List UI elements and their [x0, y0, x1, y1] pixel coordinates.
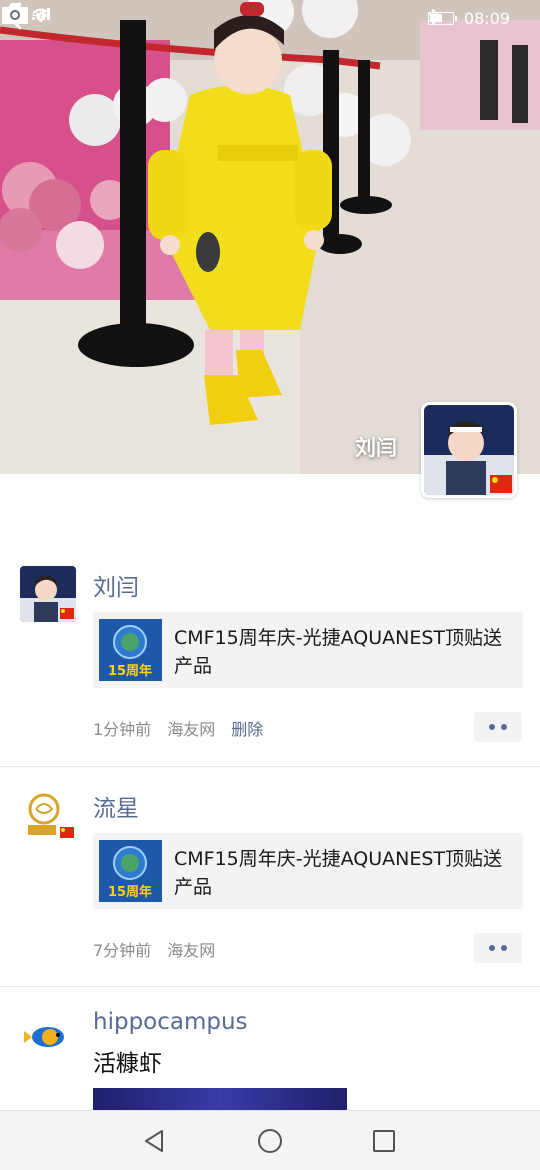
status-time: 08:09 [463, 9, 510, 28]
status-right: 08:09 [427, 9, 510, 28]
avatar-image [20, 1007, 76, 1063]
avatar-image [20, 787, 76, 843]
post-divider [0, 986, 540, 987]
avatar-image [424, 405, 514, 495]
post-source[interactable]: 海友网 [167, 937, 215, 961]
delete-link[interactable]: 删除 [231, 716, 263, 740]
share-thumbnail: 15周年 [99, 840, 162, 902]
share-card[interactable]: 15周年 CMF15周年庆-光捷AQUANEST顶贴送产品 [93, 833, 523, 909]
more-actions-button[interactable] [474, 712, 522, 742]
wifi-icon [32, 8, 50, 22]
thumb-label: 15周年 [108, 884, 152, 900]
share-title: CMF15周年庆-光捷AQUANEST顶贴送产品 [174, 627, 503, 677]
camera-icon[interactable] [0, 0, 30, 26]
post-meta: 1分钟前 海友网 删除 [93, 716, 263, 740]
cover-owner-name[interactable]: 刘闫 [355, 432, 397, 462]
nav-home-circle-icon[interactable] [256, 1127, 284, 1155]
cover-owner-avatar[interactable] [421, 402, 517, 498]
share-title: CMF15周年庆-光捷AQUANEST顶贴送产品 [174, 848, 503, 898]
more-actions-button[interactable] [474, 933, 522, 963]
post-meta: 7分钟前 海友网 [93, 937, 215, 961]
post-time: 1分钟前 [93, 720, 152, 739]
post-author-name[interactable]: 刘闫 [93, 568, 139, 602]
share-thumbnail: 15周年 [99, 619, 162, 681]
post-avatar[interactable] [20, 787, 76, 843]
post-author-name[interactable]: hippocampus [93, 1009, 248, 1035]
share-card[interactable]: 15周年 CMF15周年庆-光捷AQUANEST顶贴送产品 [93, 612, 523, 688]
post-text: 活糠虾 [93, 1051, 162, 1077]
system-nav-bar [0, 1110, 540, 1170]
battery-icon [427, 12, 457, 25]
avatar-image [20, 566, 76, 622]
thumb-label: 15周年 [108, 663, 152, 679]
post-divider [0, 766, 540, 767]
post-time: 7分钟前 [93, 941, 152, 960]
status-bar: 4G 08:09 [0, 0, 540, 36]
nav-back-triangle-icon[interactable] [140, 1127, 168, 1155]
post-author-name[interactable]: 流星 [93, 789, 139, 823]
status-left: 4G [32, 8, 50, 22]
post-avatar[interactable] [20, 566, 76, 622]
post-source[interactable]: 海友网 [167, 716, 215, 740]
post-avatar[interactable] [20, 1007, 76, 1063]
nav-recent-square-icon[interactable] [370, 1127, 398, 1155]
